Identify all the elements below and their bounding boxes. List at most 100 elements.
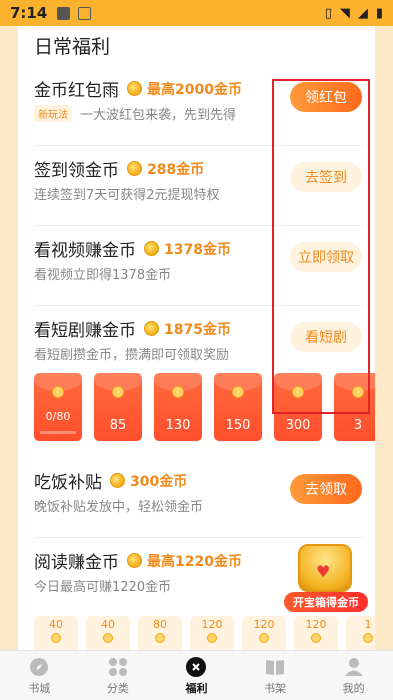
reading-chip[interactable]: 120 — [294, 616, 338, 650]
notification-icon — [57, 6, 71, 20]
task-desc: 一大波红包来袭，先到先得 — [80, 108, 237, 123]
task-desc: 看视频立即得1378金币 — [34, 268, 172, 283]
status-icons: ▯ ◥ ◢ ▮ — [325, 6, 383, 21]
coin-icon — [232, 386, 244, 398]
battery-icon: ▮ — [375, 5, 383, 21]
a-icon — [78, 6, 92, 20]
task-title: 看短剧赚金币 — [34, 321, 136, 341]
grid-icon — [107, 656, 129, 678]
task-title: 吃饭补贴 — [34, 473, 102, 493]
new-tag: 新玩法 — [34, 105, 72, 122]
get-red-packet-button[interactable]: 领红包 — [290, 82, 362, 112]
watch-drama-button[interactable]: 看短剧 — [290, 322, 362, 352]
envelope-progress — [40, 431, 76, 434]
task-desc: 看短剧攒金币，攒满即可领取奖励 — [34, 348, 230, 363]
envelope-label: 130 — [165, 418, 191, 433]
coin-icon — [207, 633, 217, 643]
task-title: 看视频赚金币 — [34, 241, 136, 261]
tab-label: 书城 — [28, 681, 51, 695]
heart-icon: ♥ — [316, 562, 331, 581]
coin-icon — [363, 633, 373, 643]
task-desc: 连续签到7天可获得2元提现特权 — [34, 188, 220, 203]
task-title: 阅读赚金币 — [34, 553, 119, 573]
task-reward: 最高1220金币 — [147, 553, 242, 570]
tab-label: 福利 — [185, 681, 208, 695]
envelope[interactable]: 130 — [154, 373, 202, 441]
tab-me[interactable]: 我的 — [314, 651, 393, 700]
coin-icon — [51, 633, 61, 643]
envelope[interactable]: 150 — [214, 373, 262, 441]
treasure-chest-widget[interactable]: ♥ 开宝箱得金币 — [284, 540, 368, 612]
task-desc: 今日最高可赚1220金币 — [34, 580, 172, 595]
wifi-icon: ◥ — [339, 5, 350, 21]
coin-icon — [155, 633, 165, 643]
coin-icon — [311, 633, 321, 643]
envelope-label: 300 — [285, 418, 311, 433]
person-icon — [343, 656, 365, 678]
reading-chip[interactable]: 40 — [34, 616, 78, 650]
coin-icon — [112, 386, 124, 398]
task-reward: 最高2000金币 — [147, 81, 242, 98]
reading-chip[interactable]: 1 — [346, 616, 375, 650]
task-title: 签到领金币 — [34, 161, 119, 181]
envelope[interactable]: 0/80 — [34, 373, 82, 441]
coin-icon — [144, 241, 159, 256]
task-meal-subsidy: 吃饭补贴 300金币 晚饭补贴发放中，轻松领金币 去领取 — [34, 458, 362, 538]
coin-icon — [292, 386, 304, 398]
compass-icon — [28, 656, 50, 678]
tab-label: 我的 — [342, 681, 365, 695]
reading-reward-chips: 40 40 80 120 120 120 1 — [34, 616, 375, 650]
tab-welfare[interactable]: 福利 — [157, 651, 236, 700]
coin-icon — [127, 81, 142, 96]
task-watch-video: 看视频赚金币 1378金币 看视频立即得1378金币 立即领取 — [34, 226, 362, 306]
chip-label: 120 — [253, 618, 275, 631]
chip-label: 40 — [49, 618, 63, 631]
task-red-packet-rain: 金币红包雨 最高2000金币 新玩法 一大波红包来袭，先到先得 领红包 — [34, 66, 362, 146]
task-title: 金币红包雨 — [34, 81, 119, 101]
envelope-label: 3 — [353, 418, 363, 433]
reading-chip[interactable]: 80 — [138, 616, 182, 650]
envelope[interactable]: 3 — [334, 373, 375, 441]
envelope-label: 85 — [109, 418, 127, 433]
open-chest-label: 开宝箱得金币 — [284, 592, 368, 612]
book-icon — [264, 656, 286, 678]
sign-in-button[interactable]: 去签到 — [290, 162, 362, 192]
reading-chip[interactable]: 40 — [86, 616, 130, 650]
bottom-tab-bar: 书城 分类 福利 书架 我的 — [0, 650, 393, 700]
task-sign-in: 签到领金币 288金币 连续签到7天可获得2元提现特权 去签到 — [34, 146, 362, 226]
coin-icon — [172, 386, 184, 398]
tab-label: 书架 — [264, 681, 287, 695]
envelope[interactable]: 85 — [94, 373, 142, 441]
tab-label: 分类 — [106, 681, 129, 695]
chip-label: 80 — [153, 618, 167, 631]
coin-icon — [259, 633, 269, 643]
welfare-card: 日常福利 金币红包雨 最高2000金币 新玩法 一大波红包来袭，先到先得 领红包… — [18, 26, 375, 650]
tab-bookshelf[interactable]: 书架 — [236, 651, 315, 700]
task-reward: 1875金币 — [164, 321, 231, 338]
signal-icon: ◢ — [357, 5, 368, 21]
tab-bookstore[interactable]: 书城 — [0, 651, 79, 700]
coin-icon — [110, 473, 125, 488]
tab-category[interactable]: 分类 — [79, 651, 158, 700]
coin-icon — [127, 161, 142, 176]
envelope[interactable]: 300 — [274, 373, 322, 441]
drama-reward-envelopes: 0/80 85 130 150 300 3 — [34, 373, 375, 443]
reading-chip[interactable]: 120 — [242, 616, 286, 650]
claim-subsidy-button[interactable]: 去领取 — [290, 474, 362, 504]
chip-label: 120 — [201, 618, 223, 631]
section-title: 日常福利 — [34, 36, 111, 58]
task-reward: 288金币 — [147, 161, 205, 178]
chip-label: 120 — [305, 618, 327, 631]
status-time: 7:14 — [10, 4, 48, 22]
envelope-label: 0/80 — [45, 410, 71, 423]
coin-icon — [352, 386, 364, 398]
coin-icon — [52, 386, 64, 398]
welfare-icon — [185, 656, 207, 678]
task-desc: 晚饭补贴发放中，轻松领金币 — [34, 500, 204, 515]
claim-now-button[interactable]: 立即领取 — [290, 242, 362, 272]
task-reward: 1378金币 — [164, 241, 231, 258]
vibrate-icon: ▯ — [324, 5, 332, 21]
reading-chip[interactable]: 120 — [190, 616, 234, 650]
status-bar: 7:14 ▯ ◥ ◢ ▮ — [0, 0, 393, 26]
coin-icon — [127, 553, 142, 568]
